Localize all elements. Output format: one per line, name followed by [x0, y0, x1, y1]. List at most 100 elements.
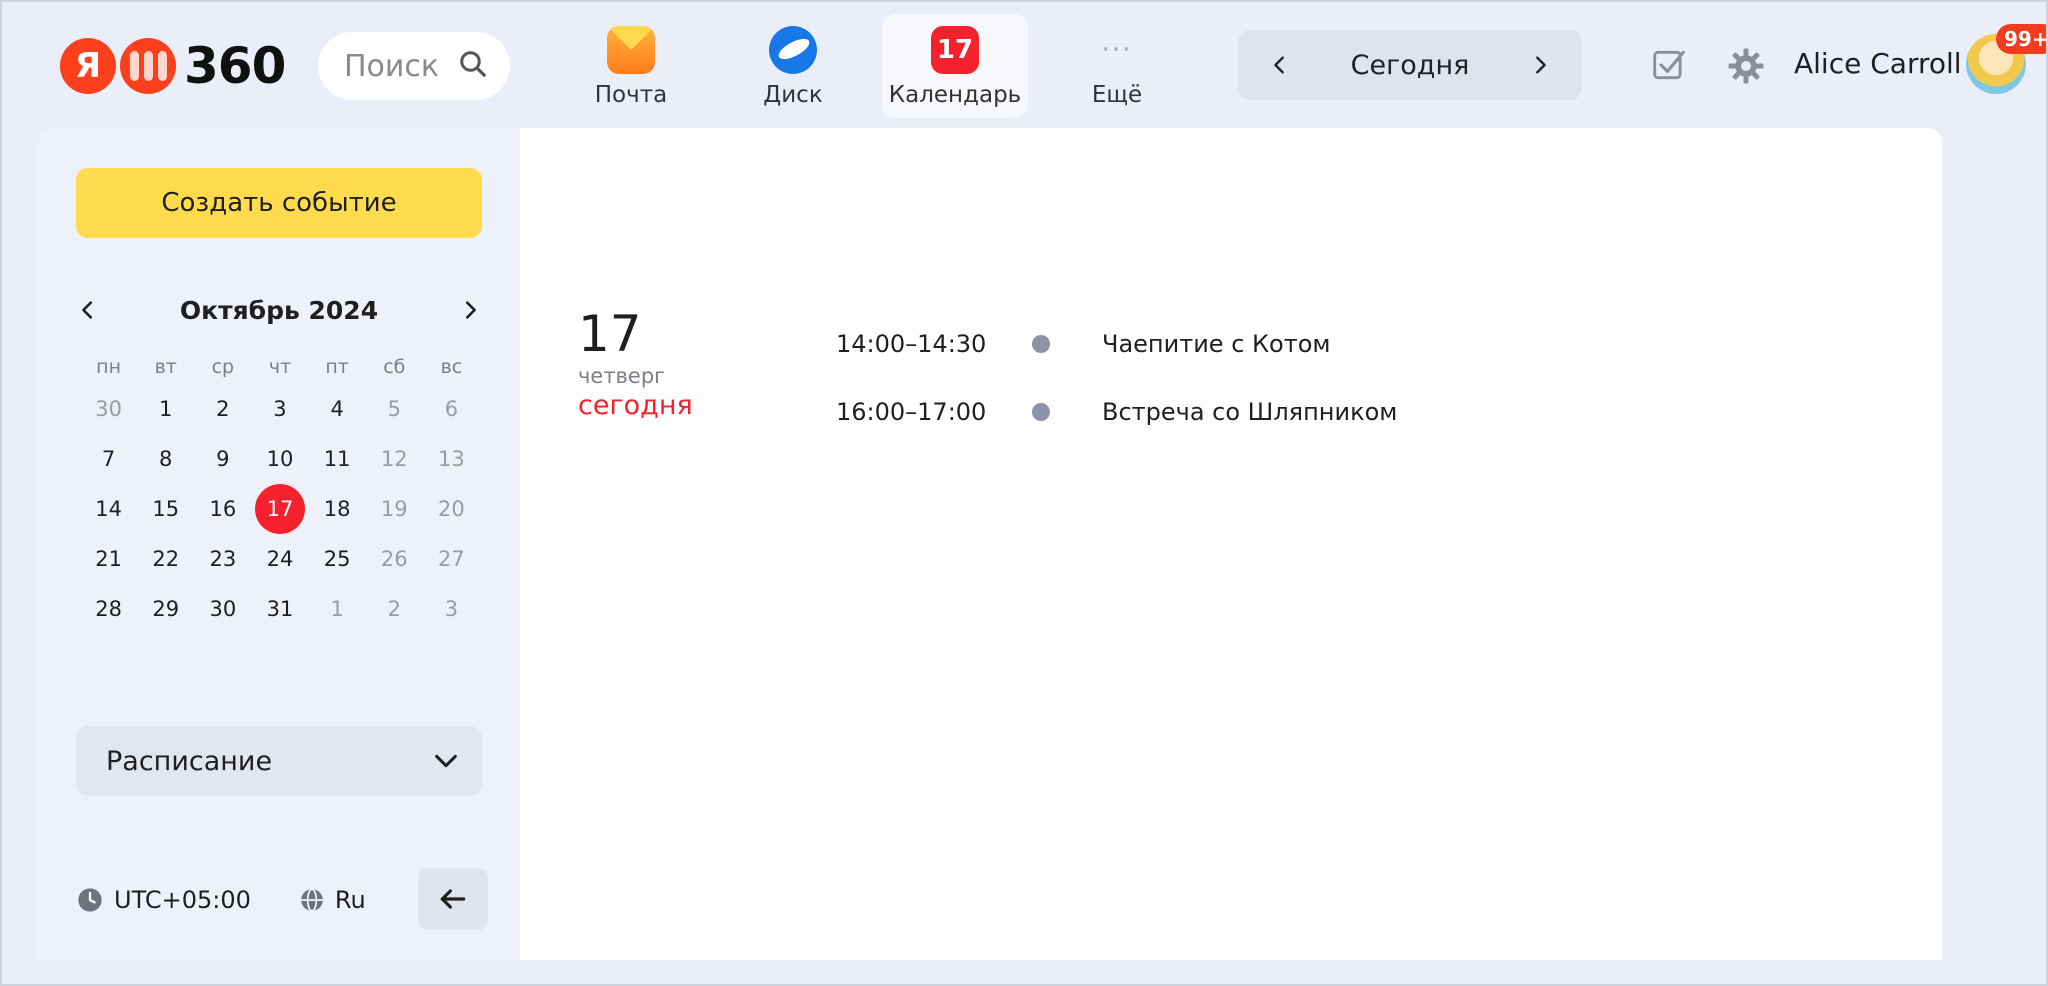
app-calendar[interactable]: 17 Календарь: [882, 14, 1028, 118]
search-input[interactable]: [344, 48, 454, 84]
next-month-button[interactable]: [458, 298, 482, 322]
app-mail[interactable]: Почта: [558, 14, 704, 118]
event-time: 14:00–14:30: [836, 330, 987, 358]
mini-calendar-day[interactable]: 18: [309, 484, 366, 534]
day-label: 27: [438, 547, 465, 571]
mini-calendar-day[interactable]: 21: [80, 534, 137, 584]
mini-calendar-day[interactable]: 14: [80, 484, 137, 534]
schedule-view: 17 четверг сегодня 14:00–14:30 Чаепитие …: [520, 128, 1942, 960]
user-name[interactable]: Alice Carroll: [1794, 47, 1962, 80]
language-selector[interactable]: Ru: [299, 886, 366, 914]
create-event-button[interactable]: Создать событие: [76, 168, 482, 238]
mini-calendar-day[interactable]: 16: [194, 484, 251, 534]
mini-calendar-day[interactable]: 30: [80, 384, 137, 434]
app-disk[interactable]: Диск: [720, 14, 866, 118]
sidebar: Создать событие Октябрь 2024 пн вт ср чт пт с…: [38, 128, 520, 960]
view-select[interactable]: Расписание: [76, 726, 482, 796]
event-row[interactable]: 16:00–17:00 Встреча со Шляпником: [836, 392, 1397, 432]
event-row[interactable]: 14:00–14:30 Чаепитие с Котом: [836, 324, 1331, 364]
collapse-sidebar-button[interactable]: [418, 868, 488, 930]
chevron-left-icon: [82, 301, 93, 319]
chevron-down-icon: [435, 754, 457, 768]
day-label: 28: [95, 597, 122, 621]
sidebar-footer: UTC+05:00 Ru: [76, 868, 488, 932]
day-label: 9: [216, 447, 230, 471]
mini-calendar-day[interactable]: 2: [366, 584, 423, 634]
logo-suffix: 360: [184, 37, 286, 95]
day-label: 24: [266, 547, 294, 571]
mini-calendar-day[interactable]: 19: [366, 484, 423, 534]
language-label: Ru: [334, 886, 366, 914]
day-label: 18: [323, 497, 351, 521]
view-select-label: Расписание: [106, 745, 273, 777]
mini-calendar-day[interactable]: 26: [366, 534, 423, 584]
mini-calendar-day[interactable]: 31: [251, 584, 308, 634]
event-title: Чаепитие с Котом: [1102, 330, 1331, 358]
day-label: 15: [152, 497, 180, 521]
mini-calendar-day[interactable]: 28: [80, 584, 137, 634]
weekday-label: ср: [211, 356, 235, 378]
day-label: 2: [216, 397, 230, 421]
mini-calendar-day[interactable]: 3: [423, 584, 480, 634]
ring-logo-icon: [120, 38, 176, 94]
event-time: 16:00–17:00: [836, 398, 987, 426]
day-label: 11: [323, 447, 351, 471]
disk-icon: [769, 26, 817, 74]
weekday-label: пт: [325, 356, 349, 378]
mini-calendar-day[interactable]: 22: [137, 534, 194, 584]
calendar-icon: 17: [931, 26, 979, 74]
mini-calendar-day[interactable]: 1: [309, 584, 366, 634]
today-button[interactable]: Сегодня: [1351, 50, 1470, 81]
day-label: 19: [380, 497, 408, 521]
mini-calendar-day[interactable]: 25: [309, 534, 366, 584]
mini-calendar-grid: пн вт ср чт пт сб вс 30 1 2 3 4 5 6 7 8 9 10 11 12 13 14 15 16 1…: [80, 350, 480, 634]
day-label: 31: [266, 597, 294, 621]
mini-calendar-day[interactable]: 29: [137, 584, 194, 634]
yandex-360-logo[interactable]: Я 360: [60, 37, 286, 95]
mini-calendar-day[interactable]: 10: [251, 434, 308, 484]
next-period-button[interactable]: [1528, 53, 1552, 77]
weekday-label: вс: [440, 356, 463, 378]
mini-calendar-today[interactable]: 17: [251, 484, 308, 534]
day-label: 3: [444, 597, 459, 621]
mini-calendar-day[interactable]: 12: [366, 434, 423, 484]
settings-gear-icon[interactable]: [1726, 46, 1766, 90]
app-more[interactable]: ··· Ещё: [1044, 14, 1190, 118]
day-label: 30: [209, 597, 237, 621]
timezone-selector[interactable]: UTC+05:00: [76, 886, 251, 914]
mini-calendar-day[interactable]: 15: [137, 484, 194, 534]
weekday-label: чт: [268, 356, 292, 378]
app-more-label: Ещё: [1091, 82, 1143, 108]
search-icon[interactable]: [458, 49, 488, 83]
mini-calendar-day[interactable]: 4: [309, 384, 366, 434]
app-calendar-label: Календарь: [888, 82, 1022, 108]
mini-calendar-day[interactable]: 7: [80, 434, 137, 484]
search-box[interactable]: [318, 32, 510, 100]
mini-calendar-day[interactable]: 5: [366, 384, 423, 434]
mini-calendar-day[interactable]: 2: [194, 384, 251, 434]
day-label: 3: [273, 397, 287, 421]
mini-calendar-day[interactable]: 8: [137, 434, 194, 484]
week-row: 30 1 2 3 4 5 6: [80, 384, 480, 434]
event-dot-icon: [1032, 403, 1050, 421]
event-title: Встреча со Шляпником: [1102, 398, 1398, 426]
day-label: 17: [266, 497, 294, 521]
prev-period-button[interactable]: [1268, 53, 1292, 77]
mini-calendar-day[interactable]: 13: [423, 434, 480, 484]
mini-calendar-day[interactable]: 24: [251, 534, 308, 584]
weekday-label: пн: [96, 356, 121, 378]
mini-calendar-day[interactable]: 1: [137, 384, 194, 434]
mini-calendar-month[interactable]: Октябрь 2024: [180, 296, 378, 325]
prev-month-button[interactable]: [76, 298, 100, 322]
mini-calendar-day[interactable]: 3: [251, 384, 308, 434]
todo-checkbox-icon[interactable]: [1650, 46, 1688, 88]
mini-calendar-day[interactable]: 23: [194, 534, 251, 584]
schedule-day-header: 17 четверг сегодня: [578, 306, 693, 421]
mini-calendar-day[interactable]: 11: [309, 434, 366, 484]
weekday-label: сб: [383, 356, 406, 378]
mini-calendar-day[interactable]: 20: [423, 484, 480, 534]
mini-calendar-day[interactable]: 30: [194, 584, 251, 634]
mini-calendar-day[interactable]: 27: [423, 534, 480, 584]
mini-calendar-day[interactable]: 9: [194, 434, 251, 484]
mini-calendar-day[interactable]: 6: [423, 384, 480, 434]
